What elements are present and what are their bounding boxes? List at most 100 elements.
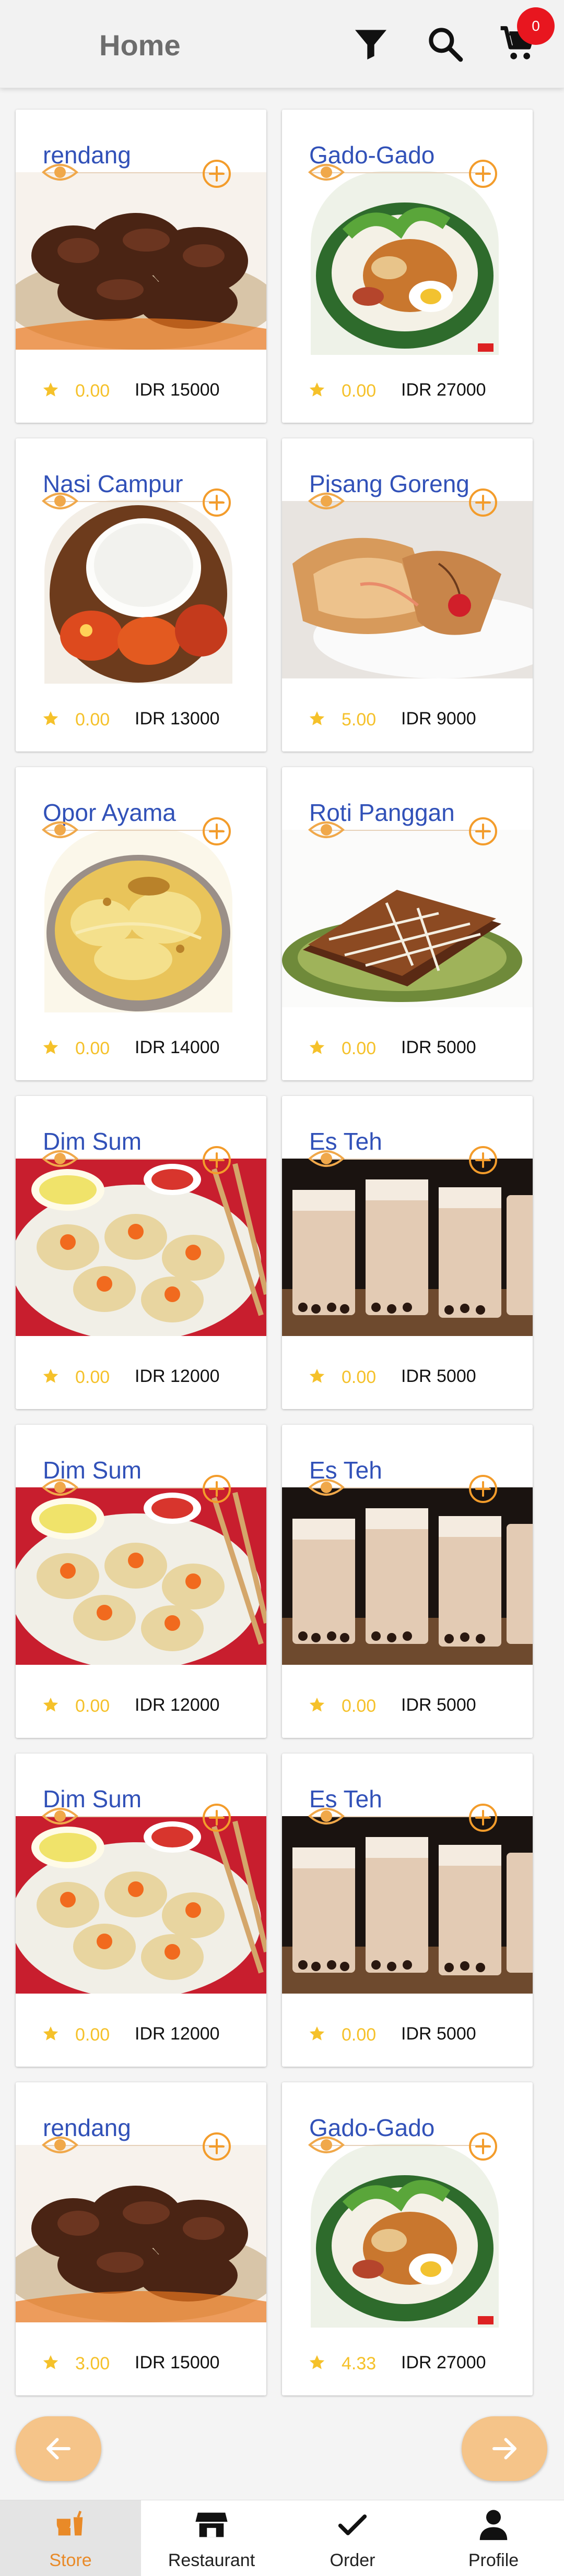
product-card[interactable]: Es Teh 0.00 IDR 5000 xyxy=(282,1096,533,1409)
tab-restaurant[interactable]: Restaurant xyxy=(141,2500,282,2576)
product-rating: 0.00 xyxy=(75,1039,110,1058)
page-title: Home xyxy=(99,29,181,62)
eye-icon[interactable] xyxy=(308,818,345,841)
check-icon xyxy=(338,2514,367,2535)
eye-icon[interactable] xyxy=(308,1147,345,1170)
product-image xyxy=(44,829,232,1012)
product-image xyxy=(311,2144,499,2328)
add-to-cart-plus-icon[interactable] xyxy=(468,816,498,846)
eye-icon[interactable] xyxy=(41,818,79,841)
cart-count-badge: 0 xyxy=(517,7,555,45)
star-icon xyxy=(42,381,60,399)
product-image xyxy=(16,1159,266,1336)
product-card[interactable]: Dim Sum 0.00 IDR 12000 xyxy=(16,1096,266,1409)
product-rating: 0.00 xyxy=(342,1696,377,1716)
star-icon xyxy=(308,710,326,728)
product-card[interactable]: Gado-Gado 4.33 IDR 27000 xyxy=(282,2082,533,2395)
tab-restaurant-label: Restaurant xyxy=(168,2550,255,2570)
add-to-cart-plus-icon[interactable] xyxy=(202,159,232,189)
product-card[interactable]: Es Teh 0.00 IDR 5000 xyxy=(282,1754,533,2067)
eye-icon[interactable] xyxy=(41,1476,79,1499)
star-icon xyxy=(308,2025,326,2043)
eye-icon[interactable] xyxy=(308,1476,345,1499)
star-icon xyxy=(42,2025,60,2043)
arrow-right-icon xyxy=(492,2438,516,2460)
product-price: IDR 27000 xyxy=(401,380,486,400)
search-icon[interactable] xyxy=(424,23,466,65)
add-to-cart-plus-icon[interactable] xyxy=(468,2131,498,2162)
eye-icon[interactable] xyxy=(41,490,79,512)
store-icon xyxy=(56,2510,83,2536)
product-price: IDR 13000 xyxy=(135,709,220,729)
star-icon xyxy=(308,381,326,399)
product-rating: 0.00 xyxy=(342,1039,377,1058)
app-bar: Home 0 xyxy=(0,0,564,88)
add-to-cart-plus-icon[interactable] xyxy=(202,1145,232,1175)
star-icon xyxy=(308,1367,326,1385)
product-price: IDR 12000 xyxy=(135,1695,220,1715)
product-price: IDR 5000 xyxy=(401,1366,476,1386)
product-card[interactable]: Roti Panggan 0.00 IDR 5000 xyxy=(282,767,533,1080)
product-price: IDR 5000 xyxy=(401,1037,476,1057)
product-rating: 3.00 xyxy=(75,2354,110,2374)
product-rating: 0.00 xyxy=(75,1367,110,1387)
eye-icon[interactable] xyxy=(308,490,345,512)
bottom-navigation: Store Restaurant Order Profile xyxy=(0,2500,564,2576)
product-card[interactable]: Dim Sum 0.00 IDR 12000 xyxy=(16,1754,266,2067)
tab-profile[interactable]: Profile xyxy=(423,2500,564,2576)
next-page-button[interactable] xyxy=(462,2416,547,2481)
add-to-cart-plus-icon[interactable] xyxy=(468,159,498,189)
product-image xyxy=(282,1816,533,1994)
star-icon xyxy=(308,1696,326,1714)
eye-icon[interactable] xyxy=(41,1805,79,1828)
product-card[interactable]: Es Teh 0.00 IDR 5000 xyxy=(282,1425,533,1738)
add-to-cart-plus-icon[interactable] xyxy=(202,1803,232,1833)
product-price: IDR 14000 xyxy=(135,1037,220,1057)
eye-icon[interactable] xyxy=(41,1147,79,1170)
product-image xyxy=(44,500,232,684)
add-to-cart-plus-icon[interactable] xyxy=(202,487,232,518)
product-rating: 4.33 xyxy=(342,2354,377,2374)
filter-icon[interactable] xyxy=(350,23,392,65)
product-grid: rendang 0.00 IDR 15000 Gado-Gado 0.00 IDR 270… xyxy=(16,110,533,2395)
product-image xyxy=(282,830,533,1007)
add-to-cart-plus-icon[interactable] xyxy=(468,1474,498,1504)
tab-order[interactable]: Order xyxy=(282,2500,423,2576)
star-icon xyxy=(42,1696,60,1714)
product-rating: 0.00 xyxy=(342,381,377,401)
eye-icon[interactable] xyxy=(41,161,79,184)
tab-profile-label: Profile xyxy=(468,2550,519,2570)
product-card[interactable]: Nasi Campur 0.00 IDR 13000 xyxy=(16,438,266,752)
eye-icon[interactable] xyxy=(41,2133,79,2156)
profile-icon xyxy=(479,2510,508,2541)
product-card[interactable]: rendang 0.00 IDR 15000 xyxy=(16,110,266,423)
product-rating: 0.00 xyxy=(75,381,110,401)
eye-icon[interactable] xyxy=(308,1805,345,1828)
product-image xyxy=(16,1816,266,1994)
eye-icon[interactable] xyxy=(308,161,345,184)
previous-page-button[interactable] xyxy=(16,2416,101,2481)
star-icon xyxy=(308,1039,326,1056)
add-to-cart-plus-icon[interactable] xyxy=(202,816,232,846)
product-card[interactable]: Pisang Goreng 5.00 IDR 9000 xyxy=(282,438,533,752)
eye-icon[interactable] xyxy=(308,2133,345,2156)
star-icon xyxy=(308,2354,326,2371)
product-rating: 5.00 xyxy=(342,710,377,730)
add-to-cart-plus-icon[interactable] xyxy=(468,1145,498,1175)
product-rating: 0.00 xyxy=(342,1367,377,1387)
tab-store[interactable]: Store xyxy=(0,2500,141,2576)
product-card[interactable]: Opor Ayama 0.00 IDR 14000 xyxy=(16,767,266,1080)
add-to-cart-plus-icon[interactable] xyxy=(468,487,498,518)
add-to-cart-plus-icon[interactable] xyxy=(202,1474,232,1504)
product-image xyxy=(16,2145,266,2322)
restaurant-icon xyxy=(195,2512,228,2537)
product-price: IDR 15000 xyxy=(135,2353,220,2372)
tab-order-label: Order xyxy=(330,2550,375,2570)
arrow-left-icon xyxy=(46,2438,70,2460)
product-image xyxy=(282,1159,533,1336)
add-to-cart-plus-icon[interactable] xyxy=(202,2131,232,2162)
product-card[interactable]: rendang 3.00 IDR 15000 xyxy=(16,2082,266,2395)
add-to-cart-plus-icon[interactable] xyxy=(468,1803,498,1833)
product-card[interactable]: Dim Sum 0.00 IDR 12000 xyxy=(16,1425,266,1738)
product-card[interactable]: Gado-Gado 0.00 IDR 27000 xyxy=(282,110,533,423)
